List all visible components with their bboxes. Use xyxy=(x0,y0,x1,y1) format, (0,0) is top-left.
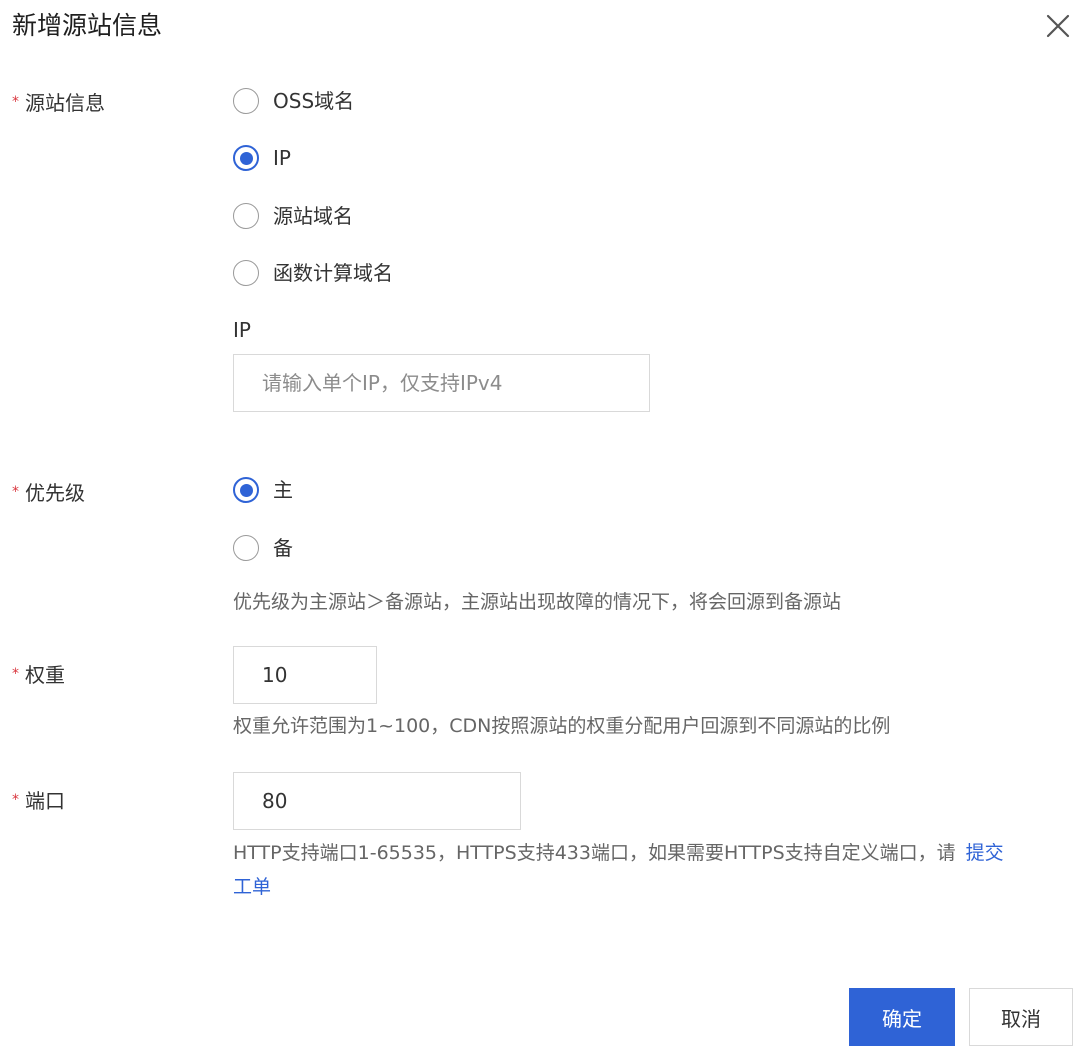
radio-label: OSS域名 xyxy=(273,89,355,113)
radio-oss-domain[interactable]: OSS域名 xyxy=(233,86,354,116)
radio-label: 函数计算域名 xyxy=(273,261,393,285)
origin-info-label: * 源站信息 xyxy=(12,91,105,115)
weight-help-text: 权重允许范围为1~100，CDN按照源站的权重分配用户回源到不同源站的比例 xyxy=(233,715,891,737)
add-origin-dialog: 新增源站信息 *源站信息 OSS域名 IP 源站域名 函数计算域名 IP *优先… xyxy=(0,0,1085,1050)
ip-input[interactable] xyxy=(233,354,650,412)
ip-field-label: IP xyxy=(233,318,251,342)
close-icon[interactable] xyxy=(1040,8,1076,44)
port-help-text: HTTP支持端口1-65535，HTTPS支持433端口，如果需要HTTPS支持… xyxy=(233,836,1013,904)
priority-help-text: 优先级为主源站＞备源站，主源站出现故障的情况下，将会回源到备源站 xyxy=(233,591,842,613)
radio-circle-checked[interactable] xyxy=(233,477,259,503)
port-help-body: HTTP支持端口1-65535，HTTPS支持433端口，如果需要HTTPS支持… xyxy=(233,842,956,864)
radio-fc-domain[interactable]: 函数计算域名 xyxy=(233,258,393,288)
radio-circle[interactable] xyxy=(233,203,259,229)
radio-label: 源站域名 xyxy=(273,204,353,228)
required-mark: * xyxy=(12,792,19,808)
required-mark: * xyxy=(12,94,19,110)
port-input[interactable] xyxy=(233,772,521,830)
confirm-button[interactable]: 确定 xyxy=(849,988,955,1046)
required-mark: * xyxy=(12,666,19,682)
required-mark: * xyxy=(12,484,19,500)
radio-circle[interactable] xyxy=(233,260,259,286)
radio-circle-checked[interactable] xyxy=(233,145,259,171)
dialog-title: 新增源站信息 xyxy=(12,11,163,40)
cancel-button[interactable]: 取消 xyxy=(969,988,1073,1046)
radio-label: IP xyxy=(273,146,291,170)
weight-input[interactable] xyxy=(233,646,377,704)
radio-label: 主 xyxy=(273,478,293,502)
radio-ip[interactable]: IP xyxy=(233,143,291,173)
radio-priority-primary[interactable]: 主 xyxy=(233,475,293,505)
port-label: * 端口 xyxy=(12,789,65,813)
radio-circle[interactable] xyxy=(233,535,259,561)
radio-origin-domain[interactable]: 源站域名 xyxy=(233,201,353,231)
radio-circle[interactable] xyxy=(233,88,259,114)
radio-label: 备 xyxy=(273,536,293,560)
radio-priority-backup[interactable]: 备 xyxy=(233,533,293,563)
weight-label: * 权重 xyxy=(12,663,65,687)
priority-label: * 优先级 xyxy=(12,481,85,505)
